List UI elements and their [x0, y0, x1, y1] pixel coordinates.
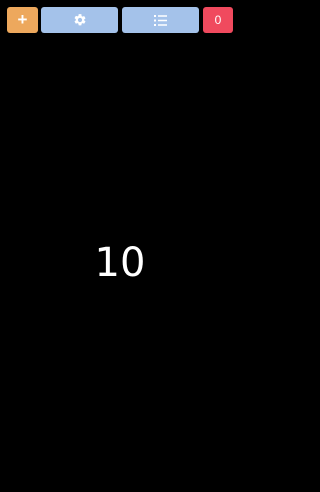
main-number: 10 — [94, 240, 146, 286]
list-button[interactable] — [122, 7, 199, 33]
plus-icon: + — [17, 10, 28, 29]
toolbar: + 0 — [0, 0, 240, 40]
count-value: 0 — [214, 13, 222, 27]
settings-button[interactable] — [41, 7, 118, 33]
add-button[interactable]: + — [7, 7, 38, 33]
list-icon — [154, 14, 167, 26]
gear-icon — [73, 13, 87, 27]
count-badge[interactable]: 0 — [203, 7, 233, 33]
